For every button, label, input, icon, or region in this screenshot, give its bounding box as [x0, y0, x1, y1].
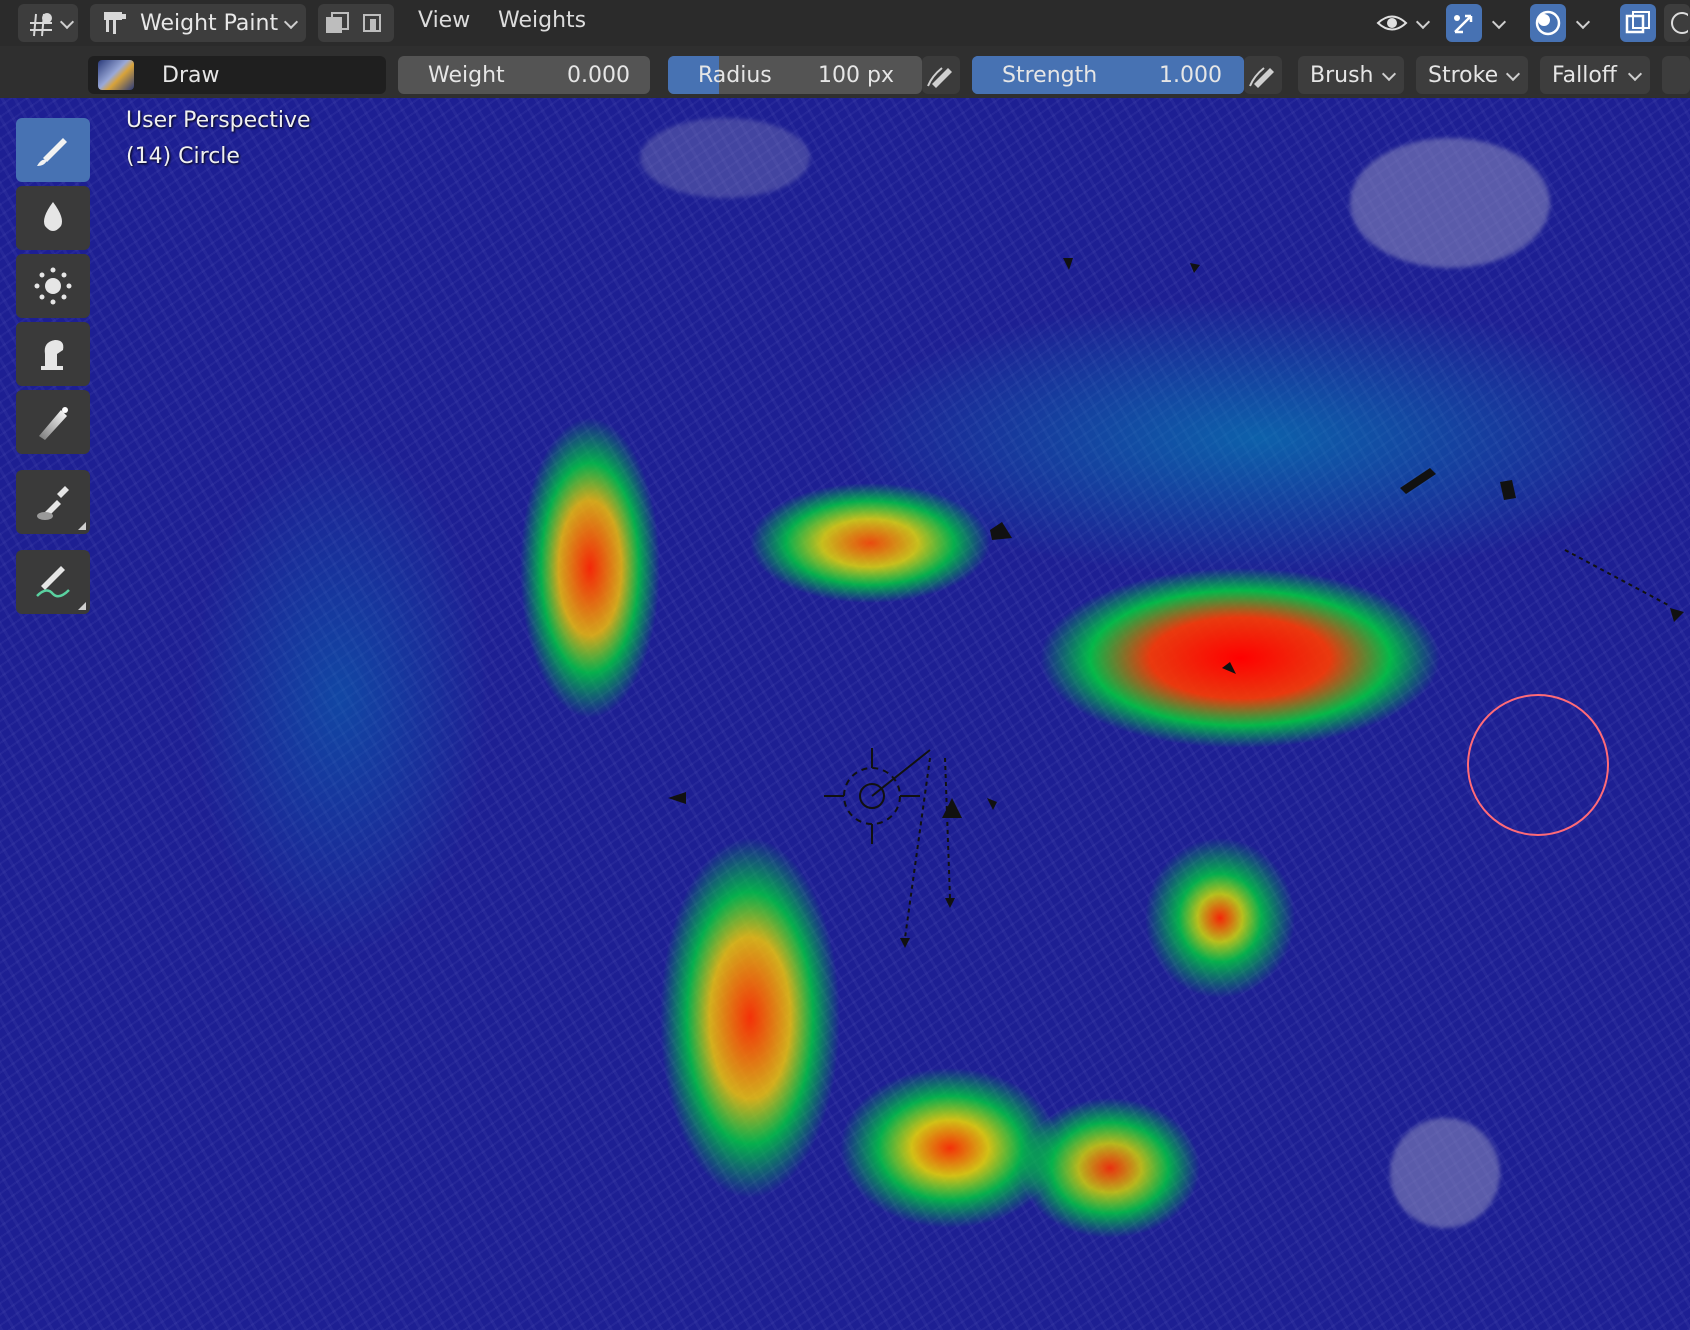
- weight-value: 0.000: [567, 63, 630, 88]
- view-name: User Perspective: [126, 108, 311, 133]
- chevron-down-icon: [59, 14, 75, 30]
- chevron-down-icon: [1505, 66, 1521, 82]
- object-info: (14) Circle: [126, 144, 240, 169]
- 3d-viewport[interactable]: User Perspective (14) Circle: [0, 98, 1690, 1330]
- strength-value: 1.000: [1159, 63, 1222, 88]
- chevron-down-icon: [283, 14, 299, 30]
- strength-label: Strength: [1002, 63, 1098, 88]
- sun-light-icon[interactable]: [824, 748, 931, 844]
- xray-viewport-toggle[interactable]: [1620, 4, 1656, 42]
- brush-thumbnail-icon: [98, 60, 134, 90]
- more-dropdown[interactable]: [1662, 56, 1690, 94]
- editor-type-button[interactable]: [18, 4, 78, 42]
- xray-alt-icon: [363, 14, 381, 32]
- wireframe-icon: [1671, 12, 1688, 34]
- tool-gradient[interactable]: [16, 390, 90, 454]
- eyedropper-icon: [37, 486, 69, 520]
- gizmo-toggle[interactable]: [1446, 4, 1482, 42]
- shading-mode-button[interactable]: [1664, 4, 1690, 42]
- chevron-down-icon: [1627, 66, 1643, 82]
- radius-label: Radius: [698, 63, 772, 88]
- brush-name: Draw: [162, 63, 220, 88]
- tool-smear[interactable]: [16, 322, 90, 386]
- weight-label: Weight: [428, 63, 505, 88]
- chevron-down-icon: [1381, 66, 1397, 82]
- radius-value: 100 px: [818, 63, 894, 88]
- mode-label: Weight Paint: [140, 10, 279, 36]
- mode-selector[interactable]: Weight Paint: [90, 4, 306, 42]
- annotate-icon: [36, 566, 70, 598]
- stroke-dropdown-label: Stroke: [1428, 63, 1499, 88]
- brush-draw-icon: [37, 138, 67, 166]
- chevron-down-icon: [1415, 14, 1431, 30]
- brush-selector[interactable]: Draw: [88, 56, 386, 94]
- brush-dropdown-label: Brush: [1310, 63, 1374, 88]
- falloff-dropdown-label: Falloff: [1552, 63, 1617, 88]
- radius-field[interactable]: Radius 100 px: [668, 56, 922, 94]
- stroke-dropdown[interactable]: Stroke: [1416, 56, 1528, 94]
- falloff-dropdown[interactable]: Falloff: [1540, 56, 1650, 94]
- tool-annotate[interactable]: [16, 550, 90, 614]
- brush-dropdown[interactable]: Brush: [1298, 56, 1404, 94]
- gizmo-menu[interactable]: [1484, 4, 1516, 42]
- tool-submenu-indicator: [78, 522, 86, 530]
- scene-objects-overlay: [668, 258, 1684, 948]
- weight-field[interactable]: Weight 0.000: [398, 56, 650, 94]
- tool-sample-weight[interactable]: [16, 470, 90, 534]
- drop-blur-icon: [44, 202, 62, 231]
- editor-header: Weight Paint View Weights: [0, 0, 1690, 46]
- visibility-selector[interactable]: [1372, 4, 1434, 42]
- smear-icon: [41, 340, 64, 370]
- gizmo-icon: [1454, 14, 1473, 34]
- xray-viewport-icon: [1625, 11, 1650, 34]
- brush-cursor: [1467, 694, 1609, 836]
- empty-object-icons[interactable]: [668, 258, 1684, 948]
- viewport-3d-icon: [30, 13, 52, 37]
- chevron-down-icon: [1491, 14, 1507, 30]
- pen-pressure-icon: [1249, 67, 1274, 88]
- tool-blur[interactable]: [16, 186, 90, 250]
- pen-pressure-icon: [927, 67, 952, 88]
- menu-weights[interactable]: Weights: [498, 8, 586, 33]
- strength-pressure-button[interactable]: [1244, 56, 1282, 94]
- menu-view[interactable]: View: [418, 8, 470, 33]
- chevron-down-icon: [1575, 14, 1591, 30]
- weight-paint-mode-icon: [104, 12, 126, 34]
- overlay-menu[interactable]: [1568, 4, 1600, 42]
- radius-pressure-button[interactable]: [922, 56, 960, 94]
- strength-field[interactable]: Strength 1.000: [972, 56, 1244, 94]
- eye-icon: [1376, 15, 1408, 31]
- overlay-toggle[interactable]: [1530, 4, 1566, 42]
- xray-toggle-off[interactable]: [360, 11, 388, 35]
- xray-icon: [326, 12, 349, 33]
- average-icon: [34, 267, 72, 305]
- overlay-icon: [1535, 10, 1561, 36]
- tool-average[interactable]: [16, 254, 90, 318]
- tool-submenu-indicator: [78, 602, 86, 610]
- shading-toggle-group: [318, 4, 394, 42]
- tool-settings-bar: Draw Weight 0.000 Radius 100 px Strength…: [0, 46, 1690, 99]
- tool-draw[interactable]: [16, 118, 90, 182]
- gradient-icon: [39, 407, 68, 440]
- xray-toggle-on[interactable]: [324, 11, 352, 35]
